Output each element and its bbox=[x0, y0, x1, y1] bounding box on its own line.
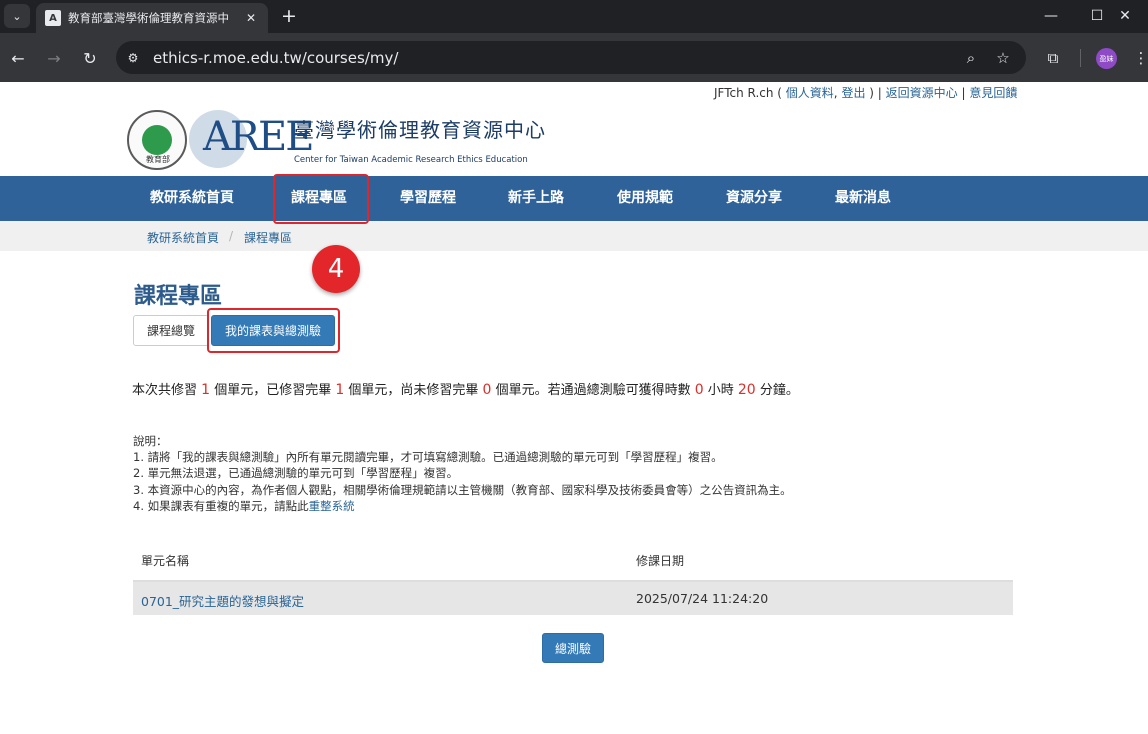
final-exam-button[interactable]: 總測驗 bbox=[542, 633, 604, 663]
total-units-count: 1 bbox=[201, 382, 211, 398]
completed-units-count: 1 bbox=[335, 382, 345, 398]
paren-open: ( bbox=[773, 86, 786, 100]
page-title: 課程專區 bbox=[134, 284, 223, 309]
column-header-unit-name: 單元名稱 bbox=[141, 554, 190, 568]
paren-close: ) | bbox=[865, 86, 886, 100]
link-divider: | bbox=[957, 86, 970, 100]
user-name: JFTch R.ch bbox=[714, 86, 774, 100]
instruction-line-4-text: 4. 如果課表有重複的單元，請點此 bbox=[133, 498, 309, 513]
summary-text-3: 個單元，尚未修習完畢 bbox=[344, 383, 483, 398]
annotation-highlight-my-courses bbox=[207, 308, 340, 353]
nav-item-resource-sharing[interactable]: 資源分享 bbox=[726, 176, 782, 221]
unit-link[interactable]: 0701_研究主題的發想與擬定 bbox=[141, 594, 304, 609]
profile-avatar[interactable]: 盈妹 bbox=[1096, 48, 1117, 69]
seal-text: 教育部 bbox=[146, 155, 170, 164]
browser-tab-active[interactable]: A 教育部臺灣學術倫理教育資源中 ✕ bbox=[36, 3, 268, 33]
unit-name-cell: 0701_研究主題的發想與擬定 bbox=[141, 591, 304, 610]
reset-system-link[interactable]: 重整系統 bbox=[309, 499, 355, 513]
new-tab-plus-icon[interactable]: + bbox=[277, 4, 301, 28]
browser-tab-strip: ⌄ A 教育部臺灣學術倫理教育資源中 ✕ + — ☐ ✕ bbox=[0, 0, 1148, 33]
instructions: 說明： 1. 請將「我的課表與總測驗」內所有單元閱讀完畢，才可填寫總測驗。已通過… bbox=[133, 433, 792, 514]
tab-search-chevron-icon[interactable]: ⌄ bbox=[4, 4, 30, 28]
summary-text-6: 分鐘。 bbox=[755, 383, 799, 398]
close-window-icon[interactable]: ✕ bbox=[1102, 0, 1148, 32]
summary-text-5: 小時 bbox=[703, 383, 738, 398]
feedback-link[interactable]: 意見回饋 bbox=[969, 86, 1017, 100]
seal-emblem bbox=[142, 125, 172, 155]
url-text[interactable]: ethics-r.moe.edu.tw/courses/my/ bbox=[153, 49, 398, 67]
address-bar[interactable]: ⚙ ethics-r.moe.edu.tw/courses/my/ ⌕ ☆ bbox=[116, 41, 1026, 74]
toolbar-divider bbox=[1080, 49, 1081, 67]
resource-center-link[interactable]: 返回資源中心 bbox=[886, 86, 958, 100]
summary-text-1: 本次共修習 bbox=[132, 383, 202, 398]
instruction-line-3: 3. 本資源中心的內容，為作者個人觀點，相關學術倫理規範請以主管機關（教育部、國… bbox=[133, 482, 792, 497]
main-nav: 教研系統首頁 課程專區 學習歷程 新手上路 使用規範 資源分享 最新消息 bbox=[0, 176, 1148, 221]
extensions-puzzle-icon[interactable]: ⧉ bbox=[1040, 45, 1066, 71]
instruction-line-1: 1. 請將「我的課表與總測驗」內所有單元閱讀完畢，才可填寫總測驗。已通過總測驗的… bbox=[133, 450, 723, 465]
nav-item-getting-started[interactable]: 新手上路 bbox=[508, 176, 564, 221]
breadcrumb-separator: / bbox=[229, 229, 234, 243]
course-summary: 本次共修習 1 個單元，已修習完畢 1 個單元，尚未修習完畢 0 個單元。若通過… bbox=[132, 379, 799, 398]
bookmark-star-icon[interactable]: ☆ bbox=[993, 48, 1013, 68]
hours-value: 0 bbox=[694, 382, 704, 398]
instruction-line-2: 2. 單元無法退選，已通過總測驗的單元可到「學習歷程」複習。 bbox=[133, 466, 459, 481]
center-name-en: Center for Taiwan Academic Research Ethi… bbox=[294, 155, 528, 165]
back-arrow-icon[interactable]: ← bbox=[5, 45, 31, 71]
tab-title: 教育部臺灣學術倫理教育資源中 bbox=[68, 11, 229, 25]
logout-link[interactable]: 登出 bbox=[841, 86, 865, 100]
course-overview-tab-button[interactable]: 課程總覽 bbox=[133, 315, 209, 346]
close-tab-icon[interactable]: ✕ bbox=[242, 9, 260, 27]
reload-icon[interactable]: ↻ bbox=[77, 45, 103, 71]
browser-toolbar: ← → ↻ ⚙ ethics-r.moe.edu.tw/courses/my/ … bbox=[0, 33, 1148, 82]
breadcrumb: 教研系統首頁 / 課程專區 bbox=[0, 221, 1148, 251]
instruction-line-4: 4. 如果課表有重複的單元，請點此重整系統 bbox=[133, 498, 792, 514]
nav-item-home[interactable]: 教研系統首頁 bbox=[150, 176, 234, 221]
web-page: JFTch R.ch ( 個人資料, 登出 ) | 返回資源中心 | 意見回饋 … bbox=[0, 82, 1148, 734]
minimize-window-icon[interactable]: — bbox=[1028, 0, 1074, 32]
center-name-zh: 臺灣學術倫理教育資源中心 bbox=[294, 118, 546, 142]
forward-arrow-icon[interactable]: → bbox=[41, 45, 67, 71]
course-date-cell: 2025/07/24 11:24:20 bbox=[636, 591, 769, 606]
minutes-value: 20 bbox=[737, 382, 756, 398]
breadcrumb-current[interactable]: 課程專區 bbox=[244, 229, 292, 246]
site-favicon-icon: A bbox=[45, 10, 61, 26]
nav-item-news[interactable]: 最新消息 bbox=[835, 176, 891, 221]
browser-menu-kebab-icon[interactable]: ⋮ bbox=[1128, 45, 1148, 71]
table-row: 0701_研究主題的發想與擬定 2025/07/24 11:24:20 bbox=[133, 582, 1013, 615]
nav-item-usage-rules[interactable]: 使用規範 bbox=[617, 176, 673, 221]
zoom-magnifier-icon[interactable]: ⌕ bbox=[961, 48, 981, 68]
site-logo[interactable]: 教育部 AREE 臺灣學術倫理教育資源中心 Center for Taiwan … bbox=[127, 108, 545, 170]
user-links: JFTch R.ch ( 個人資料, 登出 ) | 返回資源中心 | 意見回饋 bbox=[714, 84, 1017, 101]
instructions-heading: 說明： bbox=[133, 434, 168, 448]
column-header-course-date: 修課日期 bbox=[636, 554, 685, 568]
annotation-step-badge: 4 bbox=[312, 245, 360, 293]
annotation-highlight-nav-courses bbox=[273, 174, 369, 224]
site-info-tune-icon[interactable]: ⚙ bbox=[124, 49, 142, 67]
moe-seal-logo: 教育部 bbox=[127, 110, 187, 170]
nav-item-learning-history[interactable]: 學習歷程 bbox=[400, 176, 456, 221]
profile-link[interactable]: 個人資料 bbox=[786, 86, 834, 100]
summary-text-4: 個單元。若通過總測驗可獲得時數 bbox=[491, 383, 695, 398]
summary-text-2: 個單元，已修習完畢 bbox=[210, 383, 336, 398]
breadcrumb-home-link[interactable]: 教研系統首頁 bbox=[147, 229, 219, 246]
